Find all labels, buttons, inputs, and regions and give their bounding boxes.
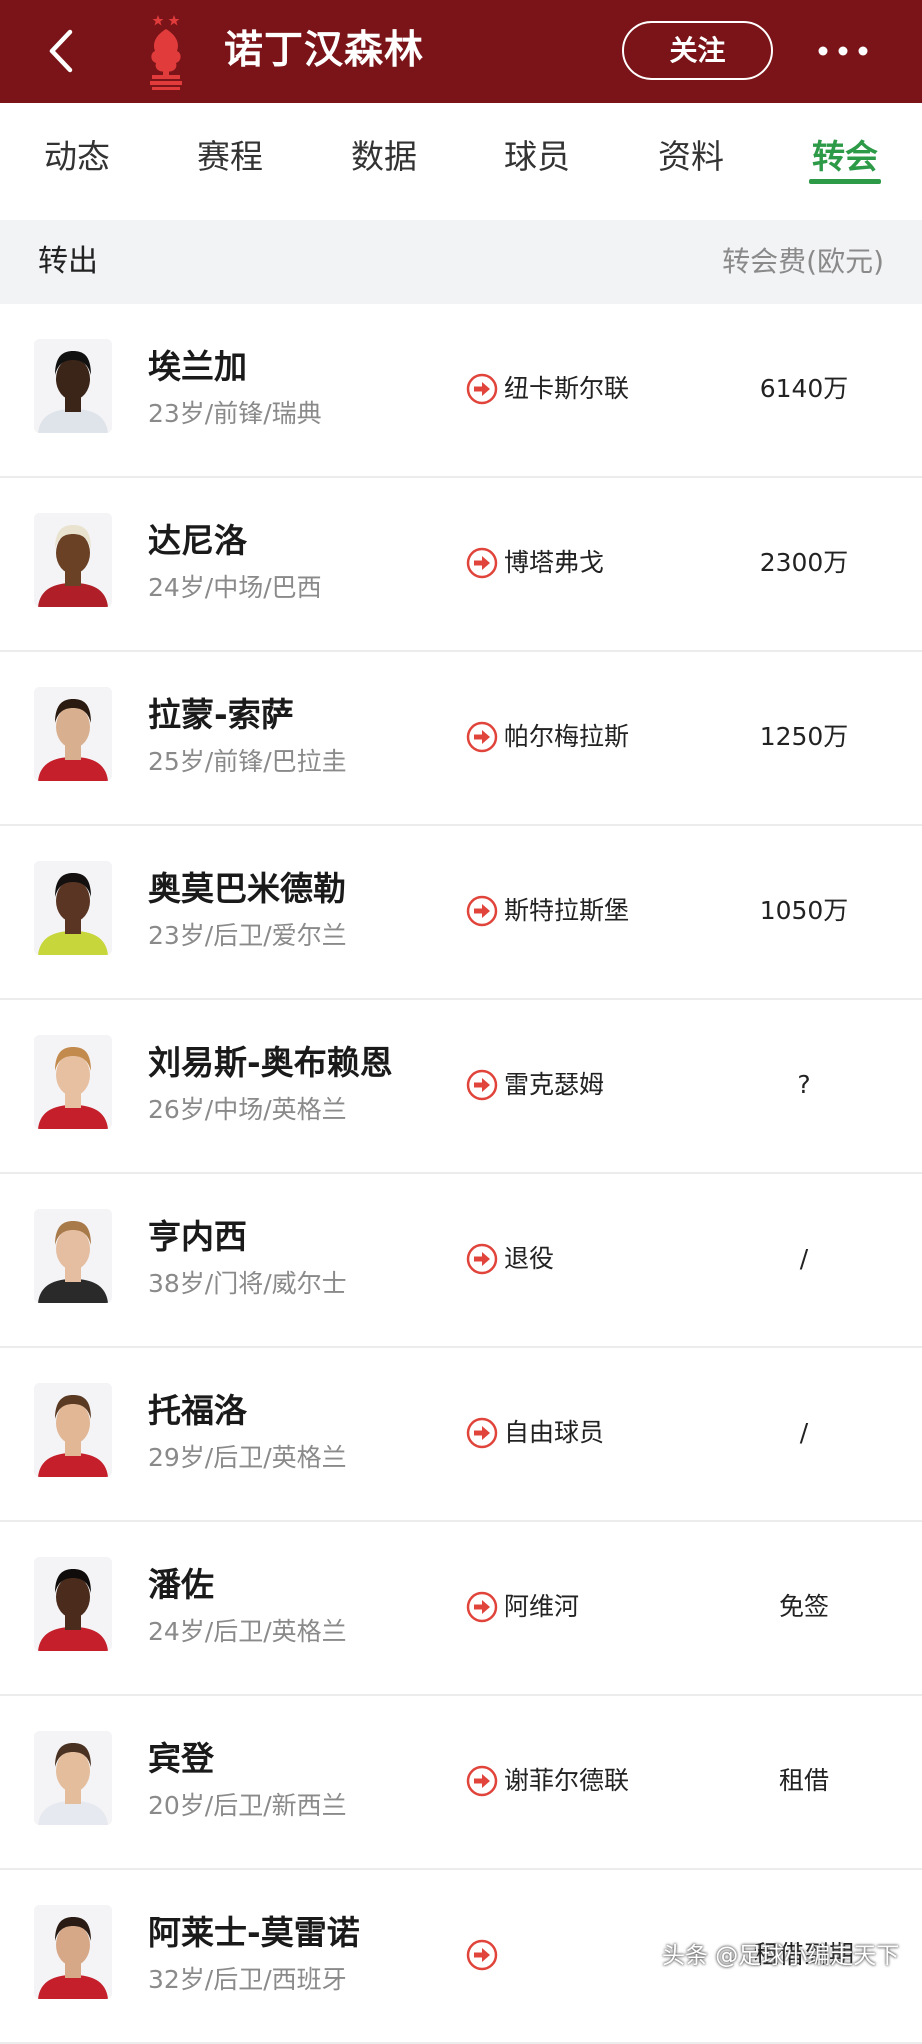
section-header: 转出 转会费(欧元) xyxy=(0,220,922,304)
player-name: 阿莱士-莫雷诺 xyxy=(148,1913,360,1952)
transfer-row[interactable]: 刘易斯-奥布赖恩 26岁/中场/英格兰 雷克瑟姆 ? xyxy=(0,1000,922,1174)
player-name: 潘佐 xyxy=(148,1565,214,1604)
player-name: 宾登 xyxy=(148,1739,214,1778)
tab-schedule[interactable]: 赛程 xyxy=(175,121,285,193)
destination-club: 阿维河 xyxy=(504,1592,580,1621)
transfer-list: 埃兰加 23岁/前锋/瑞典 纽卡斯尔联 6140万 达尼洛 24岁/中场/巴西 … xyxy=(0,304,922,2044)
top-bar: 诺丁汉森林 关注 xyxy=(0,0,922,103)
player-details: 20岁/后卫/新西兰 xyxy=(148,1791,347,1820)
transfer-out-arrow-icon xyxy=(466,1417,498,1449)
destination-club: 退役 xyxy=(504,1244,555,1273)
transfer-row[interactable]: 宾登 20岁/后卫/新西兰 谢菲尔德联 租借 xyxy=(0,1696,922,1870)
player-avatar xyxy=(34,1557,112,1651)
player-avatar xyxy=(34,339,112,433)
transfer-fee: 1250万 xyxy=(759,722,849,751)
transfer-fee: ? xyxy=(797,1070,811,1099)
transfer-fee: 租借 xyxy=(778,1766,829,1795)
transfer-row[interactable]: 潘佐 24岁/后卫/英格兰 阿维河 免签 xyxy=(0,1522,922,1696)
transfer-out-arrow-icon xyxy=(466,721,498,753)
tab-bar: 动态 赛程 数据 球员 资料 转会 xyxy=(0,103,922,220)
active-tab-indicator xyxy=(809,179,881,184)
player-avatar xyxy=(34,1731,112,1825)
player-details: 38岁/门将/威尔士 xyxy=(148,1269,347,1298)
player-details: 29岁/后卫/英格兰 xyxy=(148,1443,347,1472)
player-details: 26岁/中场/英格兰 xyxy=(148,1095,347,1124)
player-name: 拉蒙-索萨 xyxy=(148,695,294,734)
transfer-out-arrow-icon xyxy=(466,1591,498,1623)
player-details: 24岁/中场/巴西 xyxy=(148,573,322,602)
transfer-row[interactable]: 拉蒙-索萨 25岁/前锋/巴拉圭 帕尔梅拉斯 1250万 xyxy=(0,652,922,826)
transfer-fee: 1050万 xyxy=(759,896,849,925)
transfer-out-arrow-icon xyxy=(466,1243,498,1275)
transfer-row[interactable]: 托福洛 29岁/后卫/英格兰 自由球员 / xyxy=(0,1348,922,1522)
tab-info[interactable]: 资料 xyxy=(636,121,746,193)
watermark: 头条 @足球小编走天下 xyxy=(662,1943,900,1969)
player-avatar xyxy=(34,1905,112,1999)
transfer-fee: 免签 xyxy=(778,1592,829,1621)
destination-club: 谢菲尔德联 xyxy=(504,1766,630,1795)
player-avatar xyxy=(34,513,112,607)
transfer-row[interactable]: 亨内西 38岁/门将/威尔士 退役 / xyxy=(0,1174,922,1348)
tab-data[interactable]: 数据 xyxy=(329,121,439,193)
club-name: 诺丁汉森林 xyxy=(224,28,425,73)
player-details: 25岁/前锋/巴拉圭 xyxy=(148,747,347,776)
destination-club: 雷克瑟姆 xyxy=(504,1070,605,1099)
fee-column-header: 转会费(欧元) xyxy=(722,245,884,278)
player-name: 达尼洛 xyxy=(148,521,247,560)
transfer-row[interactable]: 埃兰加 23岁/前锋/瑞典 纽卡斯尔联 6140万 xyxy=(0,304,922,478)
destination-club: 自由球员 xyxy=(504,1418,605,1447)
transfer-fee: 6140万 xyxy=(759,374,849,403)
player-avatar xyxy=(34,861,112,955)
transfer-out-arrow-icon xyxy=(466,547,498,579)
transfer-row[interactable]: 奥莫巴米德勒 23岁/后卫/爱尔兰 斯特拉斯堡 1050万 xyxy=(0,826,922,1000)
transfer-out-arrow-icon xyxy=(466,373,498,405)
transfer-out-arrow-icon xyxy=(466,1939,498,1971)
player-avatar xyxy=(34,1035,112,1129)
player-name: 奥莫巴米德勒 xyxy=(148,869,346,908)
transfer-out-arrow-icon xyxy=(466,1765,498,1797)
transfer-row[interactable]: 达尼洛 24岁/中场/巴西 博塔弗戈 2300万 xyxy=(0,478,922,652)
player-avatar xyxy=(34,1209,112,1303)
destination-club: 斯特拉斯堡 xyxy=(504,896,630,925)
player-details: 23岁/后卫/爱尔兰 xyxy=(148,921,347,950)
player-details: 24岁/后卫/英格兰 xyxy=(148,1617,347,1646)
tab-players[interactable]: 球员 xyxy=(482,121,592,193)
destination-club: 博塔弗戈 xyxy=(504,548,605,577)
chevron-left-icon[interactable] xyxy=(42,26,82,76)
transfer-fee: / xyxy=(799,1418,809,1447)
transfer-fee: 2300万 xyxy=(759,548,849,577)
transfer-out-arrow-icon xyxy=(466,895,498,927)
transfer-out-arrow-icon xyxy=(466,1069,498,1101)
player-name: 刘易斯-奥布赖恩 xyxy=(148,1043,393,1082)
player-avatar xyxy=(34,687,112,781)
player-name: 托福洛 xyxy=(148,1391,247,1430)
more-dots-icon[interactable] xyxy=(816,36,870,66)
club-crest-logo xyxy=(150,15,182,90)
player-avatar xyxy=(34,1383,112,1477)
destination-club: 纽卡斯尔联 xyxy=(504,374,630,403)
destination-club: 帕尔梅拉斯 xyxy=(504,722,630,751)
player-name: 亨内西 xyxy=(148,1217,247,1256)
tab-news[interactable]: 动态 xyxy=(22,121,132,193)
transfer-fee: / xyxy=(799,1244,809,1273)
follow-button[interactable]: 关注 xyxy=(622,21,773,80)
player-details: 23岁/前锋/瑞典 xyxy=(148,399,322,428)
player-details: 32岁/后卫/西班牙 xyxy=(148,1965,347,1994)
player-name: 埃兰加 xyxy=(148,347,247,386)
section-title-out: 转出 xyxy=(38,244,98,279)
